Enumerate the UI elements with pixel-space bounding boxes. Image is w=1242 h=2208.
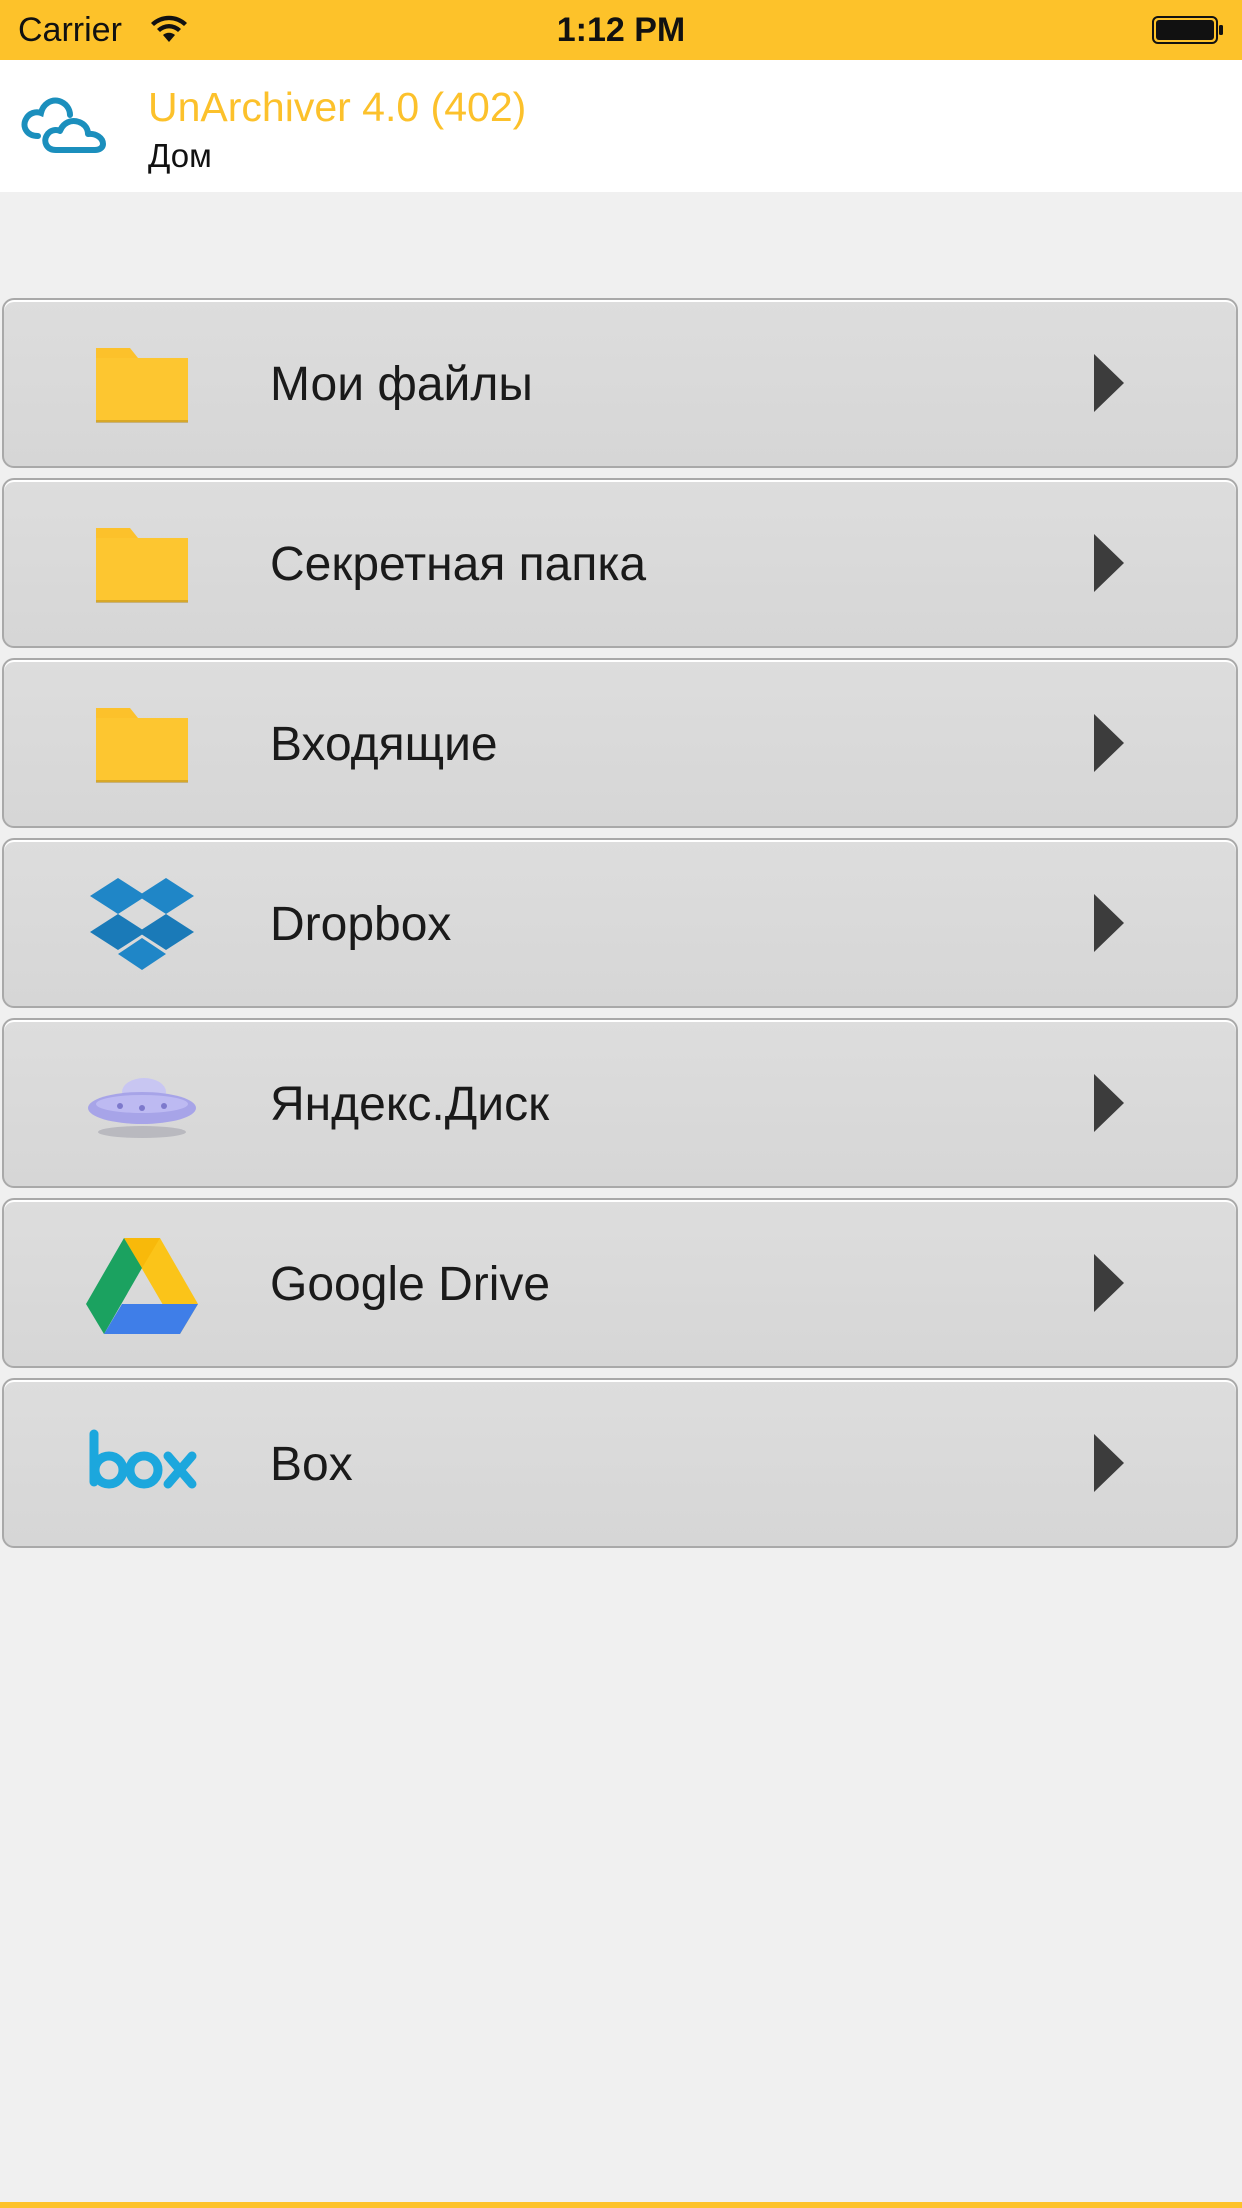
app-header: UnArchiver 4.0 (402) Дом <box>0 60 1242 192</box>
menu-item-yandex-disk[interactable]: Яндекс.Диск <box>2 1018 1238 1188</box>
menu-item-label: Google Drive <box>270 1258 551 1311</box>
menu-item-label: Box <box>270 1438 353 1491</box>
clock: 1:12 PM <box>556 11 686 49</box>
menu-item-google-drive[interactable]: Google Drive <box>2 1198 1238 1368</box>
menu-item-dropbox[interactable]: Dropbox <box>2 838 1238 1008</box>
folder-icon <box>96 348 188 423</box>
menu-item-inbox[interactable]: Входящие <box>2 658 1238 828</box>
chevron-right-icon <box>1094 1254 1124 1312</box>
chevron-right-icon <box>1094 354 1124 412</box>
battery-icon <box>1152 16 1223 44</box>
ufo-icon <box>88 1078 196 1138</box>
menu-item-label: Яндекс.Диск <box>270 1078 550 1131</box>
folder-icon <box>96 708 188 783</box>
app-title: UnArchiver 4.0 (402) <box>148 84 527 130</box>
bottom-accent-bar <box>0 2202 1242 2208</box>
status-bar: Carrier 1:12 PM <box>0 0 1242 60</box>
folder-icon <box>96 528 188 603</box>
dropbox-icon <box>90 878 194 970</box>
menu-item-label: Dropbox <box>270 898 452 951</box>
chevron-right-icon <box>1094 1074 1124 1132</box>
chevron-right-icon <box>1094 534 1124 592</box>
menu-item-secret-folder[interactable]: Секретная папка <box>2 478 1238 648</box>
menu-item-box[interactable]: Box <box>2 1378 1238 1548</box>
chevron-right-icon <box>1094 1434 1124 1492</box>
menu-item-label: Секретная папка <box>270 538 647 591</box>
menu-item-label: Мои файлы <box>270 358 533 411</box>
menu-item-my-files[interactable]: Мои файлы <box>2 298 1238 468</box>
chevron-right-icon <box>1094 714 1124 772</box>
breadcrumb: Дом <box>148 137 212 174</box>
box-logo-icon <box>89 1429 197 1489</box>
chevron-right-icon <box>1094 894 1124 952</box>
google-drive-icon <box>86 1238 198 1334</box>
menu-item-label: Входящие <box>270 718 498 771</box>
cloud-sync-icon <box>21 97 106 153</box>
